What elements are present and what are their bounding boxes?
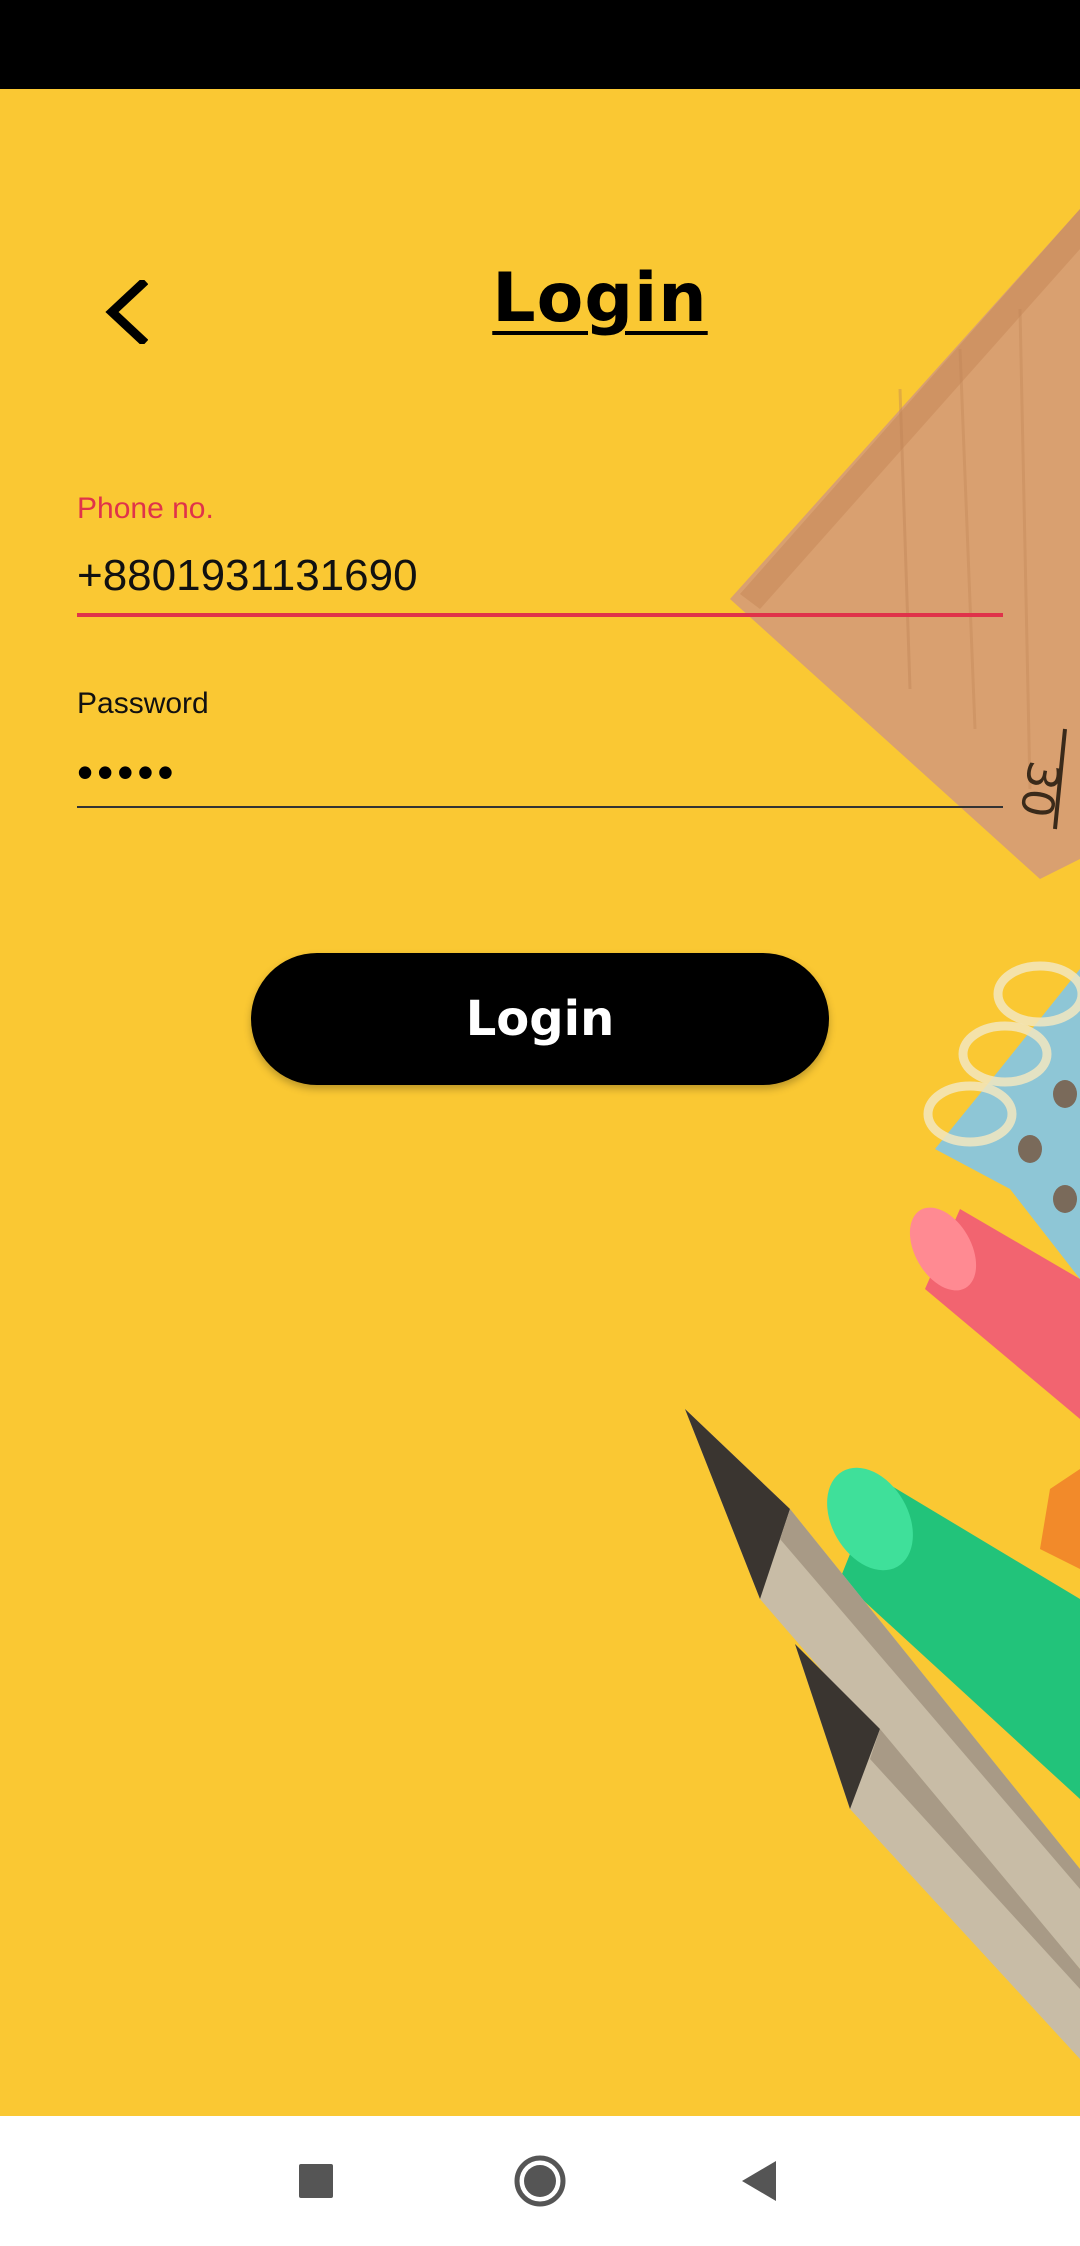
status-bar: [0, 0, 1080, 89]
square-icon: [299, 2164, 333, 2198]
stationery-background-illustration: 30: [685, 209, 1080, 2059]
circle-icon: [514, 2155, 566, 2207]
orange-marker-illustration: [1040, 1469, 1080, 1569]
system-back-button[interactable]: [720, 2141, 800, 2221]
recents-button[interactable]: [276, 2141, 356, 2221]
back-button[interactable]: [92, 267, 160, 357]
triangle-back-icon: [742, 2161, 776, 2201]
chevron-left-icon: [105, 280, 148, 344]
phone-label: Phone no.: [77, 492, 214, 525]
password-field[interactable]: Password •••••: [77, 686, 1003, 808]
phone-input[interactable]: +8801931131690: [77, 547, 1003, 617]
home-button[interactable]: [500, 2141, 580, 2221]
login-button[interactable]: Login: [251, 953, 829, 1085]
password-input[interactable]: •••••: [77, 744, 1003, 808]
navigation-bar: [0, 2116, 1080, 2246]
phone-field[interactable]: Phone no. +8801931131690: [77, 491, 1003, 617]
password-label: Password: [77, 687, 209, 720]
page-title: Login: [492, 259, 708, 338]
login-screen: 30 Login Phone no. +8801931131690 Passwo…: [0, 89, 1080, 2116]
